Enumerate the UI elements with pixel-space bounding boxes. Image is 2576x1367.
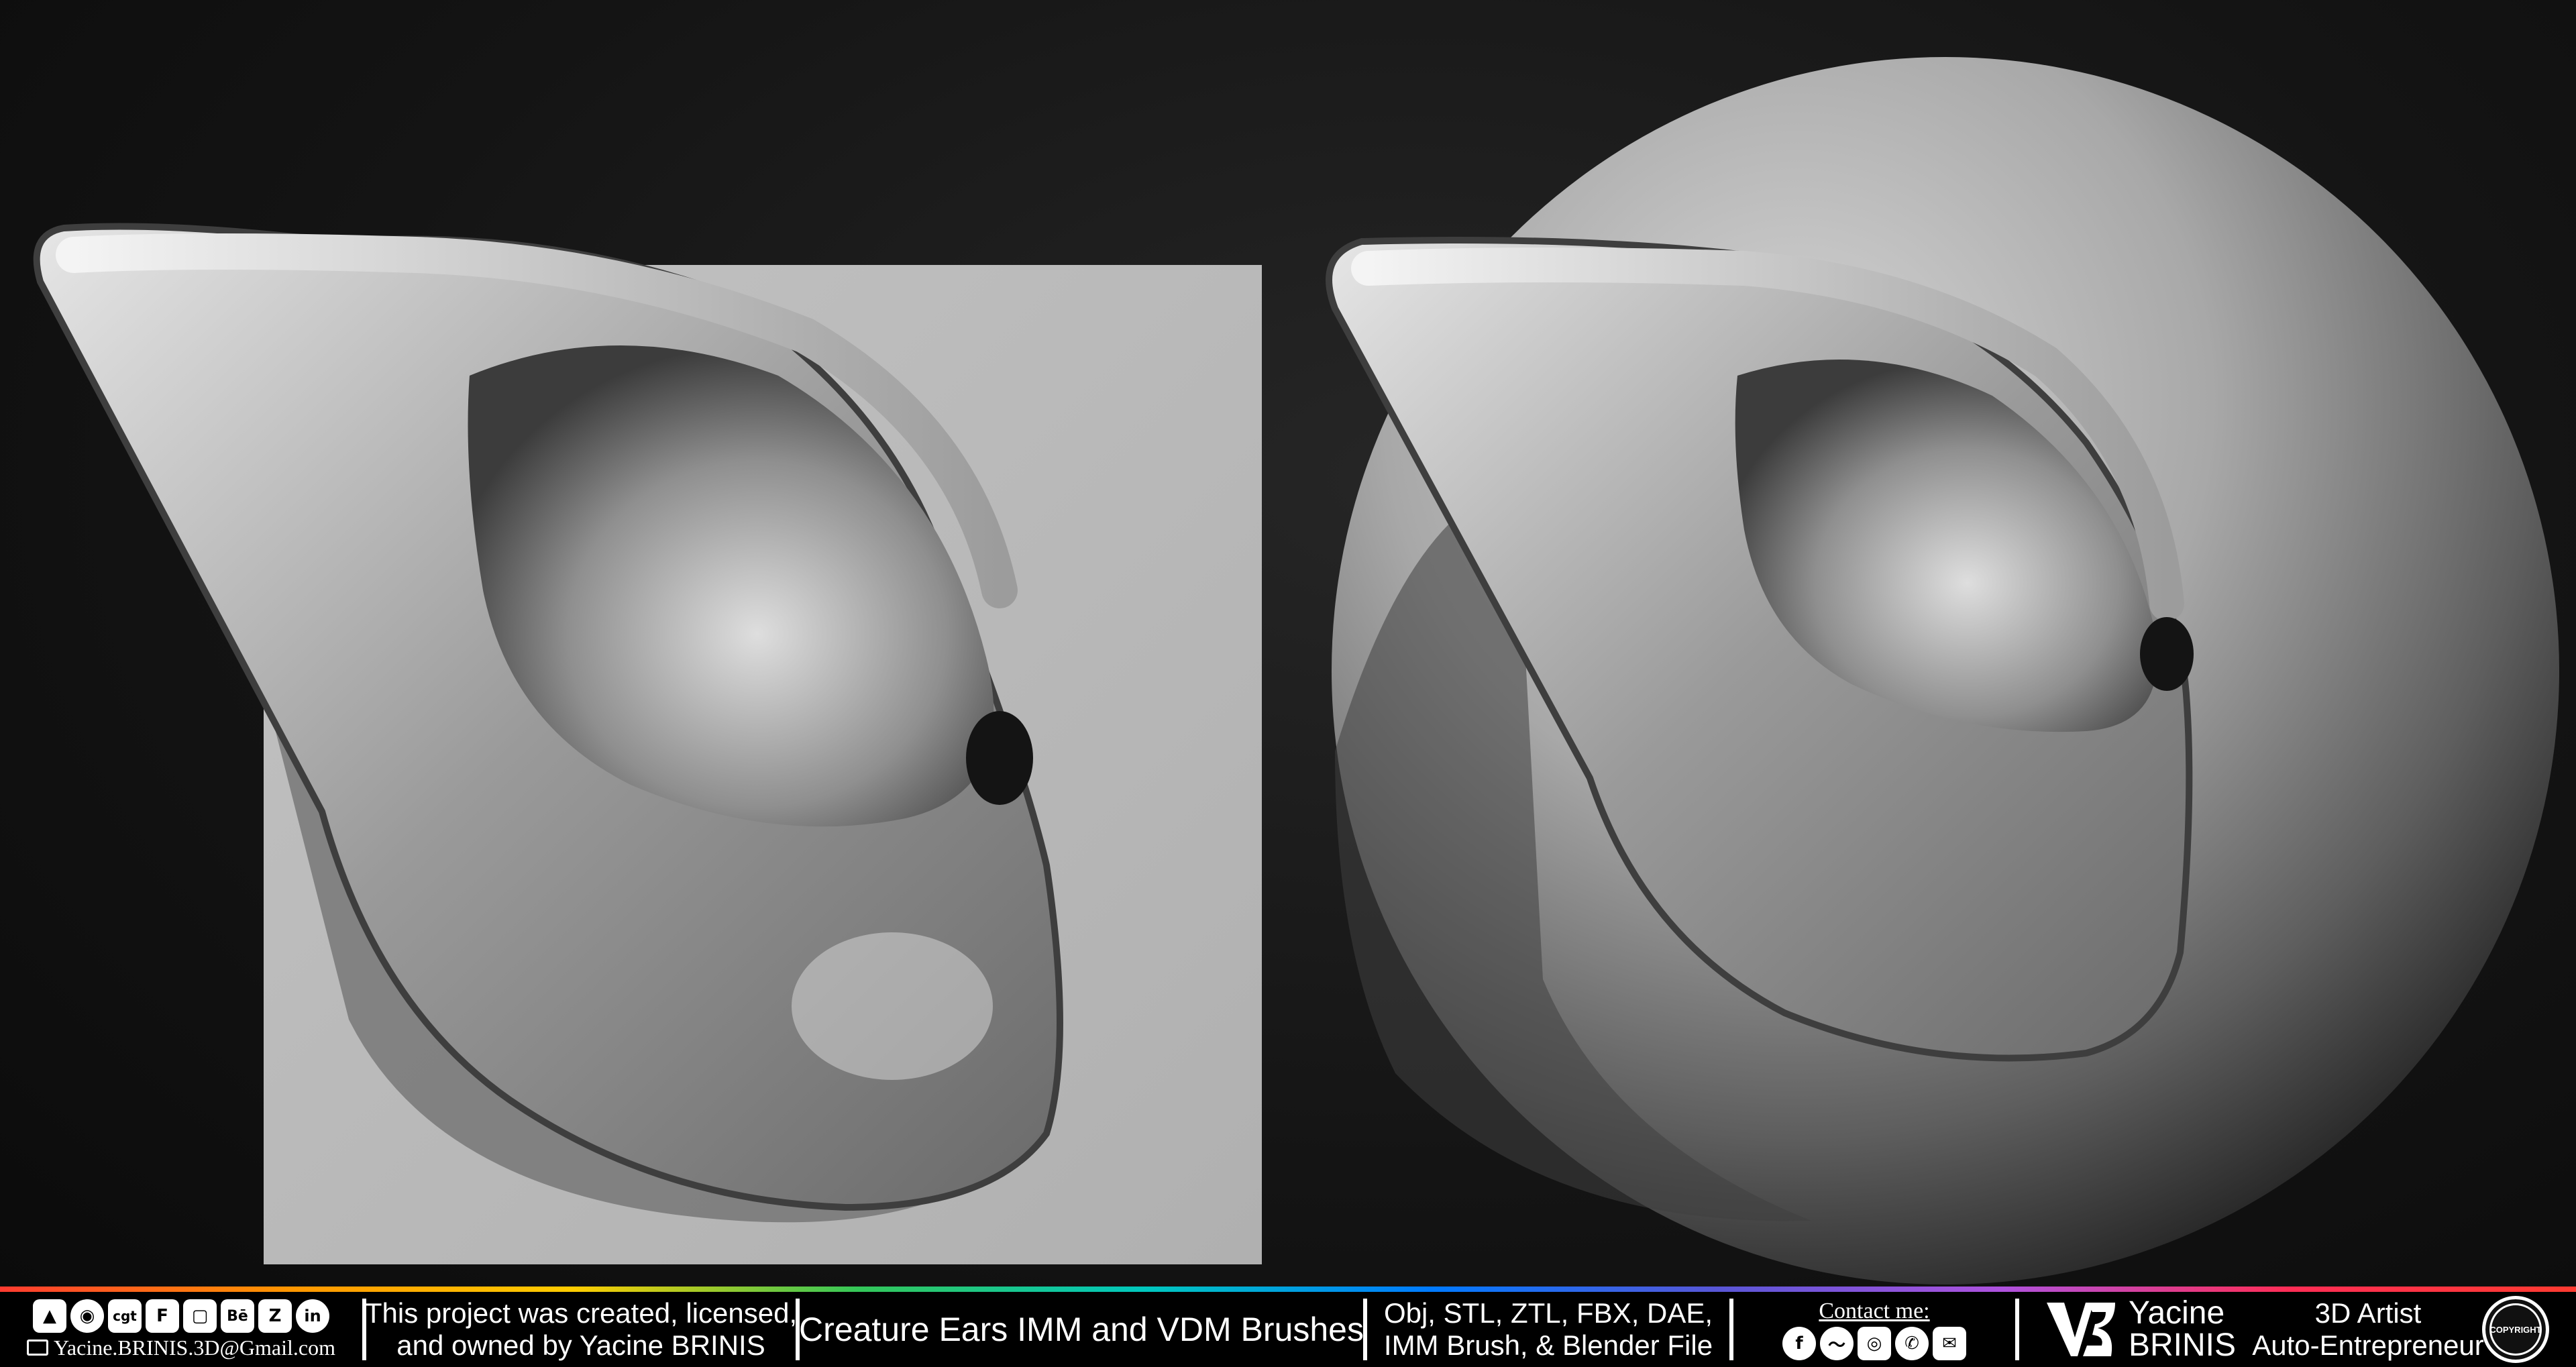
brand-logo-icon [2046,1303,2115,1356]
instagram-icon[interactable]: ◎ [1858,1327,1891,1360]
brand-block: Yacine BRINIS [2019,1297,2261,1362]
facebook-icon[interactable]: f [1782,1327,1816,1360]
copyright-seal-block: COPYRIGHT [2475,1296,2556,1363]
cgtrader-icon[interactable]: cgt [108,1299,142,1333]
behance-icon[interactable]: Bē [221,1299,254,1333]
whatsapp-icon[interactable]: ✆ [1895,1327,1929,1360]
formats-block: Obj, STL, ZTL, FBX, DAE, IMM Brush, & Bl… [1367,1297,1729,1362]
ear-on-plane-render [33,223,1262,1264]
ear-lobe-highlight [792,932,993,1080]
title-block: Creature Ears IMM and VDM Brushes [799,1311,1364,1348]
artist-last-name: BRINIS [2128,1327,2237,1363]
email-line: Yacine.BRINIS.3D@Gmail.com [27,1335,335,1360]
role-line-1: 3D Artist [2314,1297,2422,1329]
ear-canal [966,711,1033,805]
social-icon-row: ▲ ◉ cgt F ▢ Bē Z in [33,1299,329,1333]
contact-label: Contact me: [1819,1299,1930,1323]
mail-icon [27,1339,49,1356]
rainbow-divider-bar [0,1287,2576,1292]
social-block: ▲ ◉ cgt F ▢ Bē Z in Yacine.BRINIS.3D@Gma… [0,1299,362,1360]
contact-block: Contact me: f 〜 ◎ ✆ ✉ [1733,1299,2015,1360]
product-title: Creature Ears IMM and VDM Brushes [799,1311,1364,1348]
email-icon[interactable]: ✉ [1933,1327,1966,1360]
license-block: This project was created, licensed, and … [364,1297,798,1362]
artist-first-name: Yacine [2128,1295,2225,1331]
ear-on-sphere-render [1326,57,2559,1284]
license-line-1: This project was created, licensed, [364,1297,798,1329]
email-address[interactable]: Yacine.BRINIS.3D@Gmail.com [54,1335,335,1360]
role-block: 3D Artist Auto-Entrepreneur [2252,1297,2484,1362]
artist-name: Yacine BRINIS [2129,1297,2236,1362]
formats-line-2: IMM Brush, & Blender File [1383,1329,1713,1361]
formats-line-1: Obj, STL, ZTL, FBX, DAE, [1383,1297,1713,1329]
sketchfab-icon[interactable]: ◉ [70,1299,104,1333]
artstation-icon[interactable]: ▲ [33,1299,66,1333]
render-stage [33,57,2559,1284]
contact-icon-row: f 〜 ◎ ✆ ✉ [1782,1327,1966,1360]
role-line-2: Auto-Entrepreneur [2252,1329,2484,1361]
copyright-seal-icon: COPYRIGHT [2482,1296,2549,1363]
license-line-2: and owned by Yacine BRINIS [396,1329,765,1361]
messenger-icon[interactable]: 〜 [1820,1327,1854,1360]
turbosquid-icon[interactable]: F [146,1299,179,1333]
sphere-ear-canal [2140,617,2194,691]
footer-bar: ▲ ◉ cgt F ▢ Bē Z in Yacine.BRINIS.3D@Gma… [0,1292,2576,1367]
gumroad-icon[interactable]: Z [258,1299,292,1333]
linkedin-icon[interactable]: in [296,1299,329,1333]
flippednormals-icon[interactable]: ▢ [183,1299,217,1333]
